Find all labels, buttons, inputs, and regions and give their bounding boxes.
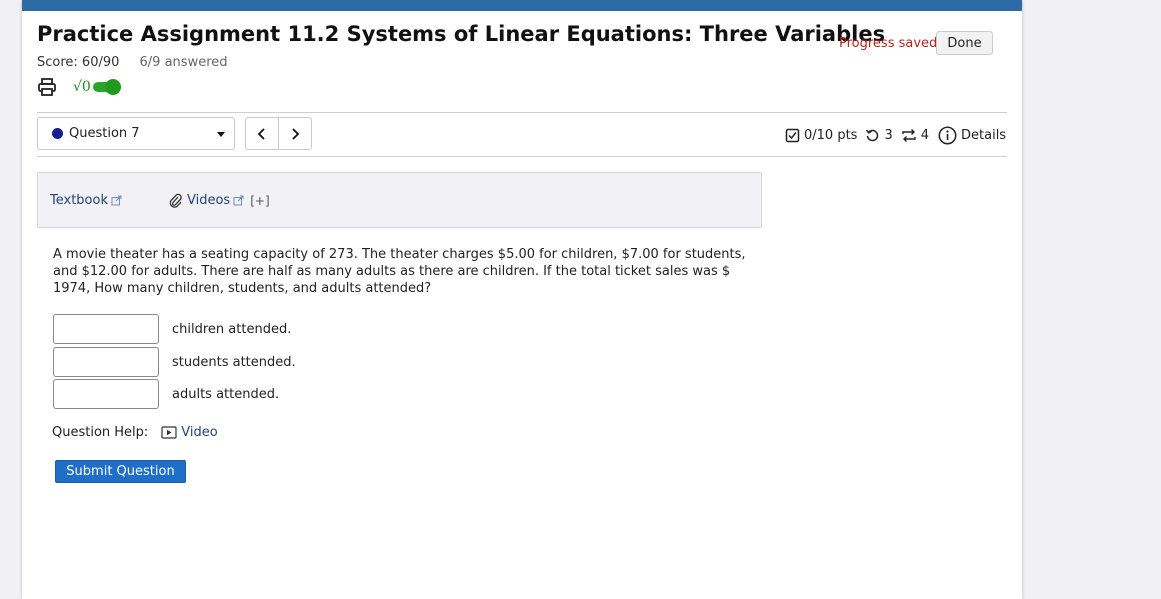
tools-row: √0 [37,76,121,98]
children-answer-input[interactable] [53,314,159,344]
score-line: Score: 60/90 6/9 answered [37,55,228,70]
progress-saved-status: Progress saved [839,36,938,51]
answer-row-children: children attended. [53,314,291,344]
math-display-toggle[interactable]: √0 [73,79,121,95]
top-bar [22,0,1022,11]
retries-item: 3 [865,128,893,143]
help-video-label: Video [181,425,218,440]
assignment-title: Practice Assignment 11.2 Systems of Line… [37,22,886,46]
attempts-item: 4 [901,128,929,143]
attempts-count: 4 [920,128,930,143]
divider-nav [37,156,1007,157]
done-button[interactable]: Done [936,31,993,55]
answer-row-adults: adults attended. [53,379,279,409]
children-answer-label: children attended. [172,321,292,337]
expand-resources-button[interactable]: [+] [250,194,269,208]
external-link-icon [111,195,122,206]
page-container [22,0,1022,599]
students-answer-input[interactable] [53,347,159,377]
points-item: 0/10 pts [785,128,857,143]
submit-question-button[interactable]: Submit Question [55,460,186,483]
divider-top [37,112,1007,113]
students-answer-label: students attended. [172,354,296,370]
score-text: Score: 60/90 [37,55,120,70]
chevron-left-icon [257,127,265,140]
question-help-label: Question Help: [52,425,149,440]
details-button[interactable]: Details [938,126,1006,145]
paperclip-icon [169,193,182,208]
checkbox-icon [785,128,800,143]
chevron-right-icon [292,127,300,140]
toggle-switch[interactable] [92,79,121,95]
textbook-link[interactable]: Textbook [50,193,122,208]
adults-answer-input[interactable] [53,379,159,409]
retry-icon [866,129,879,142]
printer-icon[interactable] [37,77,57,97]
help-video-link[interactable]: Video [161,425,218,440]
next-question-button[interactable] [278,118,311,149]
question-status-dot [52,128,63,139]
details-label: Details [961,128,1007,143]
chevron-down-icon [217,132,225,137]
question-info: 0/10 pts 3 4 Details [785,126,1006,145]
problem-text: A movie theater has a seating capacity o… [53,247,746,296]
info-icon [938,126,957,145]
attempts-icon [902,129,916,142]
question-help: Question Help: Video [52,425,218,440]
answered-count: 6/9 answered [139,55,228,70]
math-toggle-label: √0 [73,79,91,95]
adults-answer-label: adults attended. [172,386,280,402]
videos-link[interactable]: Videos [+] [168,193,270,208]
points-text: 0/10 pts [804,128,858,143]
question-select[interactable]: Question 7 [37,117,235,150]
textbook-label: Textbook [50,193,108,208]
videos-label: Videos [187,193,231,208]
question-select-value: Question 7 [69,126,140,141]
answer-row-students: students attended. [53,347,296,377]
external-link-icon [233,195,244,206]
toggle-knob [104,79,121,95]
question-nav [245,117,312,150]
resources-panel: Textbook Videos [+] [37,172,762,228]
retries-count: 3 [884,128,893,143]
video-icon [161,426,177,439]
previous-question-button[interactable] [246,118,278,149]
